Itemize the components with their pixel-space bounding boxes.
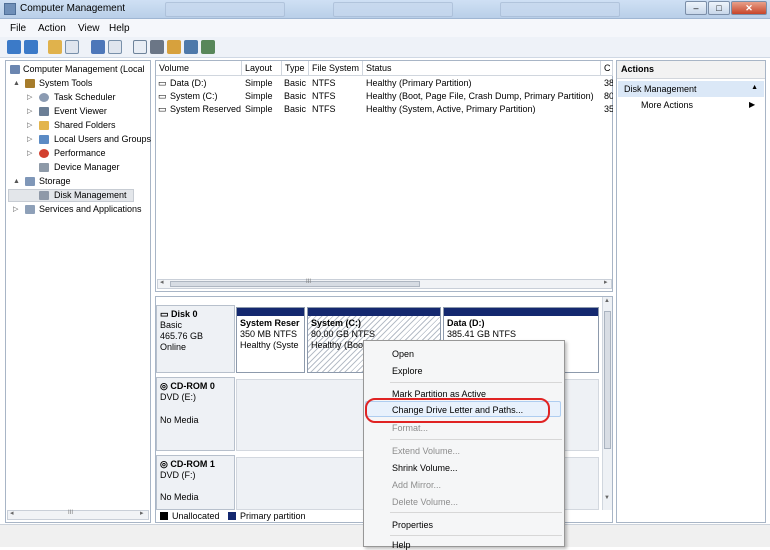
submenu-arrow-icon: ▶ bbox=[749, 100, 756, 109]
computer-icon bbox=[10, 65, 20, 74]
menu-item-properties[interactable]: Properties bbox=[392, 520, 433, 530]
legend-primary-swatch bbox=[228, 512, 236, 520]
show-hide-tree-icon[interactable] bbox=[65, 40, 79, 54]
expand-icon[interactable]: ▷ bbox=[27, 119, 32, 132]
menu-item-add-mirror[interactable]: Add Mirror... bbox=[392, 480, 441, 490]
volume-horizontal-scrollbar[interactable]: ◂ III ▸ bbox=[157, 279, 612, 289]
back-arrow-icon[interactable] bbox=[7, 40, 21, 54]
expand-icon[interactable]: ▷ bbox=[27, 105, 32, 118]
tree-item-computer-management[interactable]: Computer Management (Local bbox=[8, 63, 148, 76]
up-folder-icon[interactable] bbox=[48, 40, 62, 54]
menu-item-format[interactable]: Format... bbox=[392, 423, 428, 433]
background-task-button[interactable] bbox=[333, 2, 453, 17]
tree-item-storage[interactable]: ▲ Storage bbox=[8, 175, 148, 188]
maximize-button[interactable]: □ bbox=[708, 1, 730, 15]
tools-icon bbox=[25, 79, 35, 88]
menu-item-shrink-volume[interactable]: Shrink Volume... bbox=[392, 463, 458, 473]
drive-icon: ▭ bbox=[158, 78, 167, 88]
tree-item-disk-management[interactable]: Disk Management bbox=[8, 189, 134, 202]
forward-arrow-icon[interactable] bbox=[24, 40, 38, 54]
disk-icon: ▭ bbox=[160, 309, 169, 319]
drive-icon: ▭ bbox=[158, 91, 167, 101]
collapse-arrow-icon[interactable]: ▲ bbox=[751, 84, 758, 91]
column-volume[interactable]: Volume bbox=[156, 61, 242, 76]
column-layout[interactable]: Layout bbox=[242, 61, 282, 76]
tree-item-shared-folders[interactable]: ▷ Shared Folders bbox=[8, 119, 148, 132]
tree-item-task-scheduler[interactable]: ▷ Task Scheduler bbox=[8, 91, 148, 104]
properties-icon[interactable] bbox=[201, 40, 215, 54]
expand-icon[interactable]: ▷ bbox=[27, 133, 32, 146]
actions-title: Actions bbox=[617, 61, 765, 79]
disk-vertical-scrollbar[interactable]: ▲ ▼ bbox=[602, 297, 612, 510]
menu-item-open[interactable]: Open bbox=[392, 349, 414, 359]
tree-item-local-users[interactable]: ▷ Local Users and Groups bbox=[8, 133, 151, 146]
actions-section-disk-management[interactable]: Disk Management ▲ bbox=[618, 81, 764, 97]
menu-item-extend-volume[interactable]: Extend Volume... bbox=[392, 446, 460, 456]
column-file-system[interactable]: File System bbox=[309, 61, 363, 76]
storage-icon bbox=[25, 177, 35, 186]
device-manager-icon bbox=[39, 163, 49, 172]
drive-icon: ▭ bbox=[158, 104, 167, 114]
expand-icon[interactable]: ▷ bbox=[27, 147, 32, 160]
disk-icon bbox=[39, 191, 49, 200]
menu-action[interactable]: Action bbox=[38, 23, 66, 34]
navigation-tree: Computer Management (Local ▲ System Tool… bbox=[5, 60, 151, 523]
toolbar bbox=[0, 37, 770, 58]
tree-item-device-manager[interactable]: Device Manager bbox=[8, 161, 148, 174]
scroll-thumb[interactable] bbox=[170, 281, 420, 287]
column-status[interactable]: Status bbox=[363, 61, 601, 76]
menu-view[interactable]: View bbox=[78, 23, 100, 34]
tree-item-system-tools[interactable]: ▲ System Tools bbox=[8, 77, 148, 90]
search-icon[interactable] bbox=[184, 40, 198, 54]
close-button[interactable]: ✕ bbox=[731, 1, 767, 15]
actions-pane: Actions Disk Management ▲ More Actions ▶ bbox=[616, 60, 766, 523]
tree-item-services-applications[interactable]: ▷ Services and Applications bbox=[8, 203, 148, 216]
title-bar: Computer Management – □ ✕ bbox=[0, 0, 770, 19]
scroll-thumb[interactable] bbox=[604, 311, 611, 449]
partition-system-reserved[interactable]: System Reser 350 MB NTFS Healthy (Syste bbox=[236, 307, 305, 373]
background-task-button[interactable] bbox=[500, 2, 620, 17]
collapse-icon[interactable]: ▲ bbox=[13, 175, 20, 188]
column-type[interactable]: Type bbox=[282, 61, 309, 76]
cdrom-icon: ◎ bbox=[160, 381, 168, 391]
menu-item-delete-volume[interactable]: Delete Volume... bbox=[392, 497, 458, 507]
cdrom-0-header[interactable]: ◎ CD-ROM 0 DVD (E:) No Media bbox=[156, 377, 235, 451]
tree-horizontal-scrollbar[interactable]: ◂ III ▸ bbox=[7, 510, 149, 520]
volume-list: Volume Layout Type File System Status C … bbox=[155, 60, 613, 292]
cdrom-icon: ◎ bbox=[160, 459, 168, 469]
column-capacity[interactable]: C bbox=[601, 61, 613, 76]
tree-item-performance[interactable]: ▷ Performance bbox=[8, 147, 148, 160]
computer-management-icon bbox=[4, 3, 16, 15]
disk-0-header[interactable]: ▭ Disk 0 Basic 465.76 GB Online bbox=[156, 305, 235, 373]
collapse-icon[interactable]: ▲ bbox=[13, 77, 20, 90]
services-icon bbox=[25, 205, 35, 214]
cdrom-1-header[interactable]: ◎ CD-ROM 1 DVD (F:) No Media bbox=[156, 455, 235, 510]
expand-icon[interactable]: ▷ bbox=[13, 203, 18, 216]
help-icon[interactable] bbox=[91, 40, 105, 54]
show-action-pane-icon[interactable] bbox=[108, 40, 122, 54]
annotation-highlight-ellipse bbox=[365, 398, 550, 423]
context-menu: Open Explore Mark Partition as Active Ch… bbox=[363, 340, 565, 550]
menu-item-explore[interactable]: Explore bbox=[392, 366, 423, 376]
tree-item-event-viewer[interactable]: ▷ Event Viewer bbox=[8, 105, 148, 118]
users-icon bbox=[39, 135, 49, 144]
menu-help[interactable]: Help bbox=[109, 23, 130, 34]
window-title: Computer Management bbox=[20, 3, 126, 14]
menu-bar: File Action View Help bbox=[0, 19, 770, 37]
performance-icon bbox=[39, 149, 49, 158]
menu-file[interactable]: File bbox=[10, 23, 26, 34]
minimize-button[interactable]: – bbox=[685, 1, 707, 15]
clock-icon bbox=[39, 93, 49, 102]
background-task-button[interactable] bbox=[165, 2, 285, 17]
more-actions-item[interactable]: More Actions ▶ bbox=[641, 100, 755, 110]
open-folder-icon[interactable] bbox=[167, 40, 181, 54]
legend-unallocated-swatch bbox=[160, 512, 168, 520]
expand-icon[interactable]: ▷ bbox=[27, 91, 32, 104]
rescan-icon[interactable] bbox=[150, 40, 164, 54]
event-viewer-icon bbox=[39, 107, 49, 116]
folder-icon bbox=[39, 121, 49, 130]
menu-item-help[interactable]: Help bbox=[392, 540, 411, 550]
refresh-icon[interactable] bbox=[133, 40, 147, 54]
